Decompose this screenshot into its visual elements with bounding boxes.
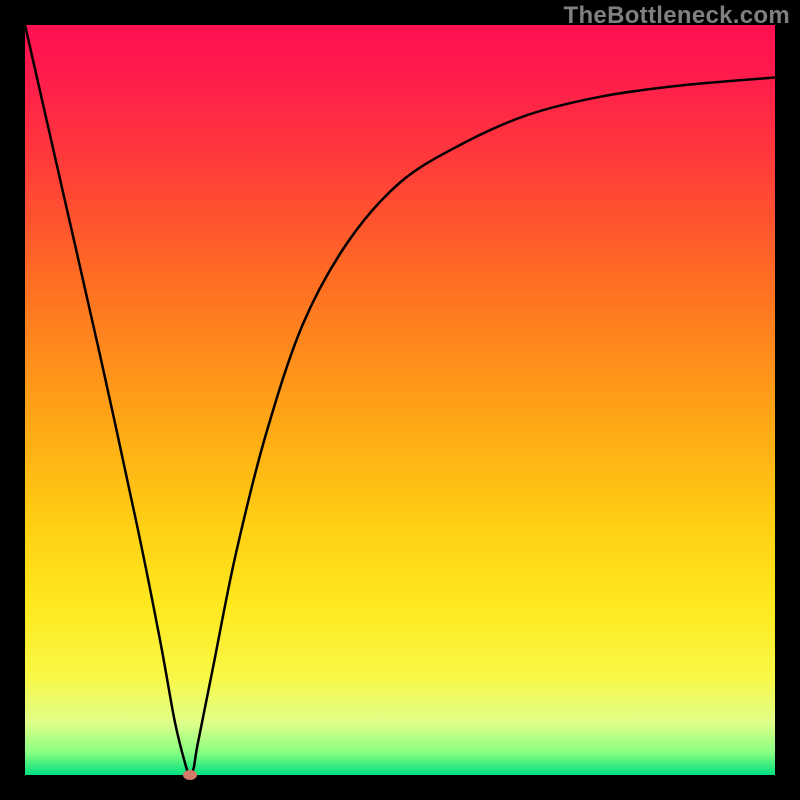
chart-container: TheBottleneck.com: [0, 0, 800, 800]
plot-area: [25, 25, 775, 775]
watermark: TheBottleneck.com: [564, 2, 790, 30]
bottleneck-curve: [25, 25, 775, 775]
optimal-marker: [183, 770, 197, 780]
